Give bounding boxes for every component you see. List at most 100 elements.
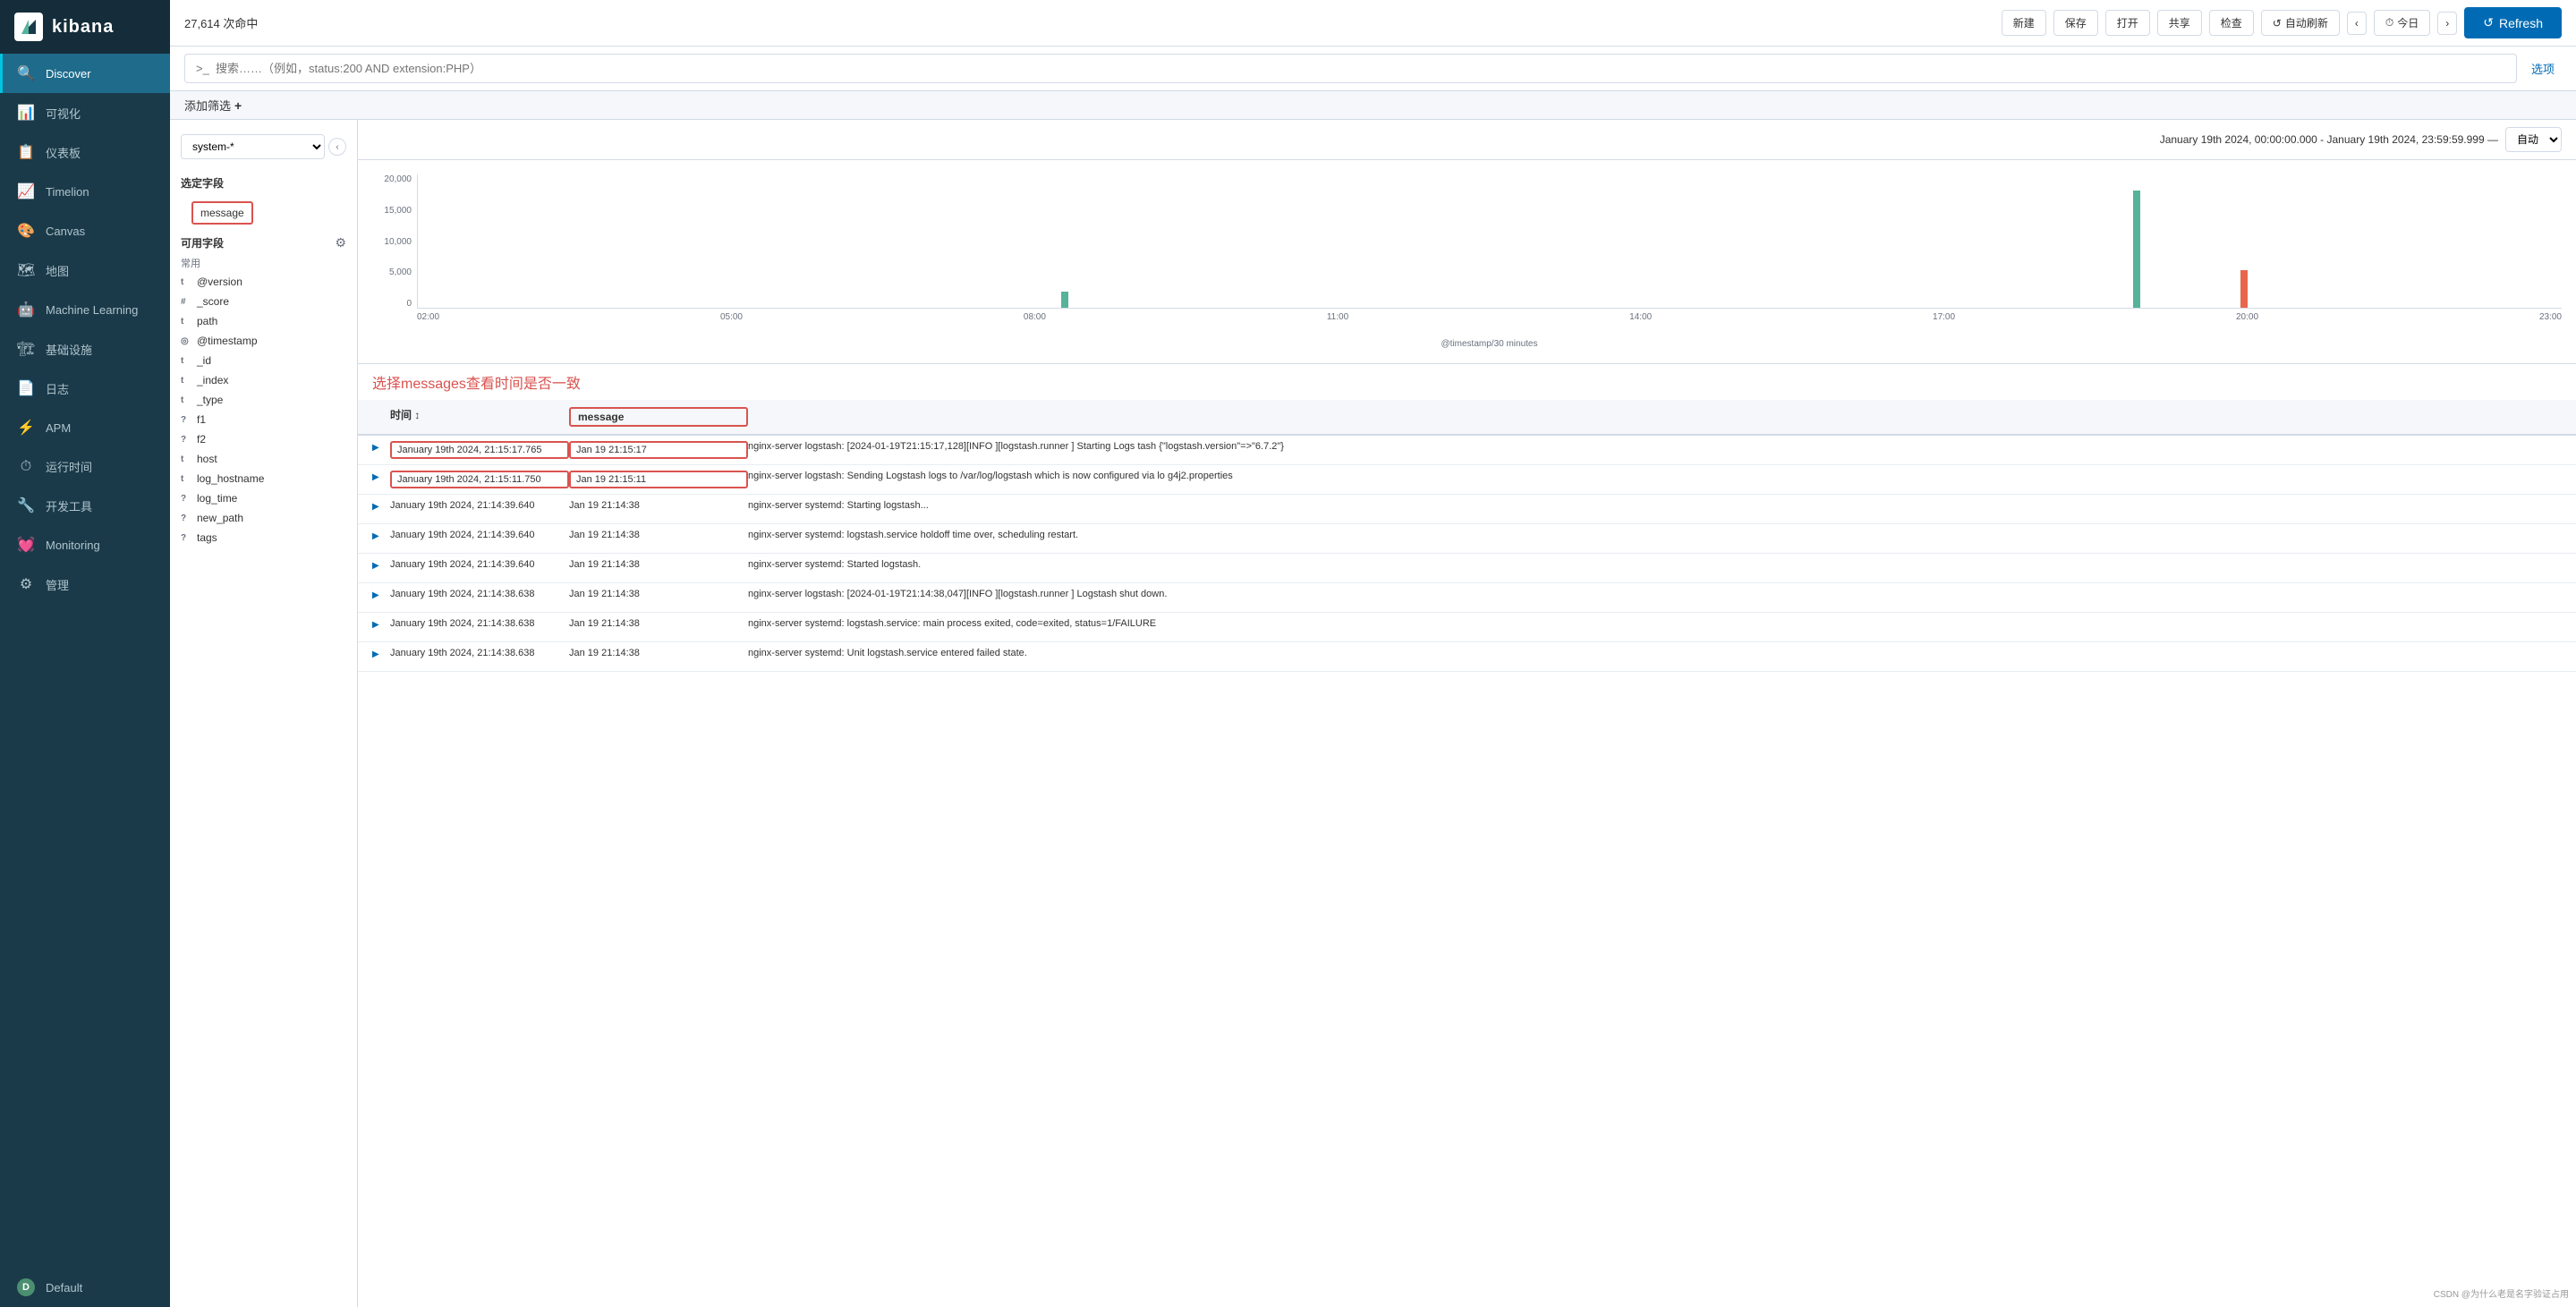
field-item-id[interactable]: t _id bbox=[170, 351, 357, 370]
common-section-label: 常用 bbox=[170, 254, 357, 272]
time-cell-8: January 19th 2024, 21:14:38.638 bbox=[390, 648, 569, 658]
filter-bar: 添加筛选 + bbox=[170, 91, 2576, 120]
sidebar-item-canvas-label: Canvas bbox=[46, 225, 85, 238]
table-row: ▶ January 19th 2024, 21:14:39.640 Jan 19… bbox=[358, 524, 2576, 554]
sidebar-item-infra[interactable]: 🏗 基础设施 bbox=[0, 329, 170, 369]
expand-row-button[interactable]: ▶ bbox=[372, 502, 390, 512]
search-options-button[interactable]: 选项 bbox=[2524, 60, 2562, 77]
prev-button[interactable]: ‹ bbox=[2347, 12, 2367, 35]
inspect-button[interactable]: 检查 bbox=[2209, 10, 2254, 36]
field-item-version[interactable]: t @version bbox=[170, 272, 357, 292]
kibana-logo-icon bbox=[14, 13, 43, 41]
settings-icon[interactable]: ⚙ bbox=[335, 235, 346, 250]
content-cell-8: nginx-server systemd: Unit logstash.serv… bbox=[748, 648, 2562, 658]
available-fields-title: 可用字段 bbox=[181, 235, 224, 250]
save-button[interactable]: 保存 bbox=[2053, 10, 2098, 36]
field-item-new-path[interactable]: ? new_path bbox=[170, 508, 357, 528]
table-row-main: ▶ January 19th 2024, 21:14:38.638 Jan 19… bbox=[358, 613, 2576, 641]
annotation-label: 选择messages查看时间是否一致 bbox=[358, 364, 2576, 400]
expand-row-button[interactable]: ▶ bbox=[372, 620, 390, 630]
next-button[interactable]: › bbox=[2437, 12, 2457, 35]
monitoring-icon: 💓 bbox=[17, 536, 35, 554]
search-input[interactable] bbox=[184, 54, 2517, 83]
sidebar-item-timelion[interactable]: 📈 Timelion bbox=[0, 172, 170, 211]
selected-field-message[interactable]: message bbox=[191, 201, 253, 225]
toolbar: 27,614 次命中 新建 保存 打开 共享 检查 ↺ 自动刷新 ‹ ⏱ 今日 … bbox=[170, 0, 2576, 47]
table-row: ▶ January 19th 2024, 21:14:39.640 Jan 19… bbox=[358, 554, 2576, 583]
table-row-main: ▶ January 19th 2024, 21:15:17.765 Jan 19… bbox=[358, 436, 2576, 464]
field-item-score[interactable]: # _score bbox=[170, 292, 357, 311]
msg-cell-5: Jan 19 21:14:38 bbox=[569, 559, 748, 570]
time-cell-3: January 19th 2024, 21:14:39.640 bbox=[390, 500, 569, 511]
canvas-icon: 🎨 bbox=[17, 222, 35, 240]
sidebar-item-management[interactable]: ⚙ 管理 bbox=[0, 564, 170, 604]
refresh-btn-icon: ↺ bbox=[2483, 15, 2494, 30]
index-select[interactable]: system-* bbox=[181, 134, 325, 159]
sidebar-item-visualize[interactable]: 📊 可视化 bbox=[0, 93, 170, 132]
sidebar-item-ml[interactable]: 🤖 Machine Learning bbox=[0, 290, 170, 329]
sidebar-item-logs[interactable]: 📄 日志 bbox=[0, 369, 170, 408]
field-item-type[interactable]: t _type bbox=[170, 390, 357, 410]
field-item-path[interactable]: t path bbox=[170, 311, 357, 331]
chart-x-bottom-label: @timestamp/30 minutes bbox=[417, 339, 2562, 349]
expand-row-button[interactable]: ▶ bbox=[372, 531, 390, 541]
sidebar-item-monitoring[interactable]: 💓 Monitoring bbox=[0, 525, 170, 564]
add-filter-button[interactable]: 添加筛选 + bbox=[184, 97, 242, 114]
hit-count: 27,614 次命中 bbox=[184, 14, 258, 31]
sidebar-item-default[interactable]: D Default bbox=[0, 1268, 170, 1307]
table-row-main: ▶ January 19th 2024, 21:14:38.638 Jan 19… bbox=[358, 583, 2576, 612]
sidebar-item-monitoring-label: Monitoring bbox=[46, 539, 100, 552]
field-item-log-time[interactable]: ? log_time bbox=[170, 488, 357, 508]
refresh-icon: ↺ bbox=[2273, 17, 2282, 30]
sidebar-item-discover[interactable]: 🔍 Discover bbox=[0, 54, 170, 93]
date-auto-select[interactable]: 自动 bbox=[2505, 127, 2562, 152]
field-item-tags[interactable]: ? tags bbox=[170, 528, 357, 547]
field-item-index[interactable]: t _index bbox=[170, 370, 357, 390]
selected-fields-title: 选定字段 bbox=[170, 172, 357, 194]
expand-row-button[interactable]: ▶ bbox=[372, 649, 390, 659]
expand-row-button[interactable]: ▶ bbox=[372, 443, 390, 453]
management-icon: ⚙ bbox=[17, 575, 35, 593]
field-item-timestamp[interactable]: ◎ @timestamp bbox=[170, 331, 357, 351]
field-item-host[interactable]: t host bbox=[170, 449, 357, 469]
table-header: 时间 ↕ message bbox=[358, 400, 2576, 436]
expand-row-button[interactable]: ▶ bbox=[372, 590, 390, 600]
open-button[interactable]: 打开 bbox=[2105, 10, 2150, 36]
logs-icon: 📄 bbox=[17, 379, 35, 397]
infra-icon: 🏗 bbox=[17, 340, 35, 358]
expand-row-button[interactable]: ▶ bbox=[372, 472, 390, 482]
collapse-panel-button[interactable]: ‹ bbox=[328, 138, 346, 156]
sidebar-item-apm-label: APM bbox=[46, 421, 71, 435]
sidebar-item-visualize-label: 可视化 bbox=[46, 105, 81, 122]
sidebar-item-maps[interactable]: 🗺 地图 bbox=[0, 250, 170, 290]
sidebar-item-devtools[interactable]: 🔧 开发工具 bbox=[0, 486, 170, 525]
chart-bar-3 bbox=[2240, 270, 2248, 308]
sidebar-item-dashboard[interactable]: 📋 仪表板 bbox=[0, 132, 170, 172]
sidebar-item-uptime-label: 运行时间 bbox=[46, 458, 92, 475]
time-cell-2: January 19th 2024, 21:15:11.750 bbox=[390, 471, 569, 488]
content-cell-6: nginx-server logstash: [2024-01-19T21:14… bbox=[748, 589, 2562, 599]
logo: kibana bbox=[0, 0, 170, 54]
table-row: ▶ January 19th 2024, 21:14:38.638 Jan 19… bbox=[358, 613, 2576, 642]
devtools-icon: 🔧 bbox=[17, 496, 35, 514]
sidebar-item-canvas[interactable]: 🎨 Canvas bbox=[0, 211, 170, 250]
new-button[interactable]: 新建 bbox=[2002, 10, 2046, 36]
table-row-main: ▶ January 19th 2024, 21:14:39.640 Jan 19… bbox=[358, 554, 2576, 582]
dashboard-icon: 📋 bbox=[17, 143, 35, 161]
sidebar-item-discover-label: Discover bbox=[46, 67, 91, 81]
expand-row-button[interactable]: ▶ bbox=[372, 561, 390, 571]
table-row: ▶ January 19th 2024, 21:14:39.640 Jan 19… bbox=[358, 495, 2576, 524]
field-item-log-hostname[interactable]: t log_hostname bbox=[170, 469, 357, 488]
main-content: 27,614 次命中 新建 保存 打开 共享 检查 ↺ 自动刷新 ‹ ⏱ 今日 … bbox=[170, 0, 2576, 1307]
chart-bar-2 bbox=[2133, 191, 2140, 308]
content-cell-5: nginx-server systemd: Started logstash. bbox=[748, 559, 2562, 570]
chart-y-axis: 20,000 15,000 10,000 5,000 0 bbox=[372, 174, 417, 309]
field-item-f2[interactable]: ? f2 bbox=[170, 429, 357, 449]
share-button[interactable]: 共享 bbox=[2157, 10, 2202, 36]
sidebar-item-apm[interactable]: ⚡ APM bbox=[0, 408, 170, 447]
clock-today-button[interactable]: ⏱ 今日 bbox=[2374, 10, 2430, 36]
refresh-button[interactable]: ↺ Refresh bbox=[2464, 7, 2562, 38]
auto-refresh-button[interactable]: ↺ 自动刷新 bbox=[2261, 10, 2340, 36]
sidebar-item-uptime[interactable]: ⏱ 运行时间 bbox=[0, 447, 170, 486]
field-item-f1[interactable]: ? f1 bbox=[170, 410, 357, 429]
